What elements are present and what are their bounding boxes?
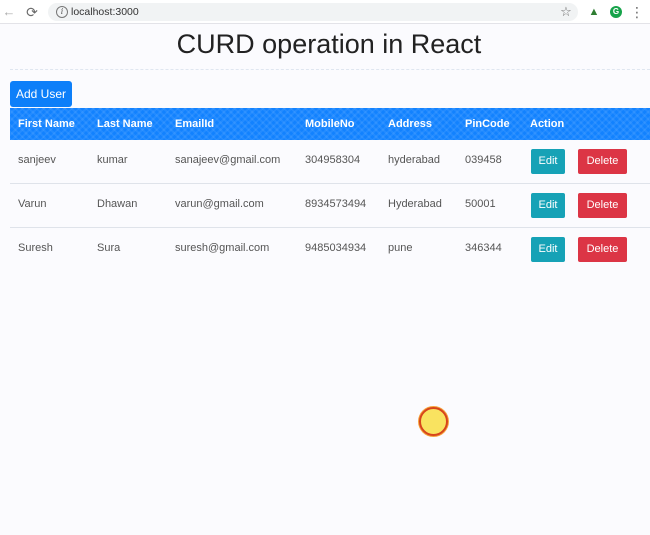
mouse-cursor-highlight — [419, 407, 448, 436]
table-row: Varun Dhawan varun@gmail.com 8934573494 … — [10, 184, 650, 228]
cell-email: sanajeev@gmail.com — [175, 154, 281, 166]
delete-button[interactable]: Delete — [578, 237, 627, 262]
extension-g-icon[interactable]: G — [610, 6, 622, 18]
reload-icon[interactable]: ⟳ — [24, 3, 40, 21]
browser-toolbar: ← ⟳ i localhost:3000 ☆ ▲ G ⋮ — [0, 0, 650, 24]
cell-last-name: Dhawan — [97, 198, 138, 210]
cell-address: hyderabad — [388, 154, 440, 166]
back-arrow-icon[interactable]: ← — [2, 3, 16, 21]
cell-address: pune — [388, 242, 413, 254]
cell-mobile: 8934573494 — [305, 198, 367, 210]
cell-first-name: sanjeev — [18, 154, 56, 166]
cell-pincode: 50001 — [465, 198, 496, 210]
bookmark-star-icon[interactable]: ☆ — [558, 3, 574, 21]
browser-menu-icon[interactable]: ⋮ — [630, 3, 644, 21]
cell-first-name: Varun — [18, 198, 47, 210]
cell-address: Hyderabad — [388, 198, 442, 210]
delete-button[interactable]: Delete — [578, 193, 627, 218]
header-mobile: MobileNo — [305, 118, 355, 130]
header-action: Action — [530, 118, 565, 130]
edit-button[interactable]: Edit — [531, 193, 565, 218]
info-icon[interactable]: i — [56, 6, 68, 18]
extension-flask-icon[interactable]: ▲ — [588, 3, 600, 21]
table-row: Suresh Sura suresh@gmail.com 9485034934 … — [10, 228, 650, 271]
table-header: First Name Last Name EmailId MobileNo Ad… — [10, 108, 650, 140]
address-bar[interactable]: i localhost:3000 — [48, 3, 578, 21]
cell-pincode: 346344 — [465, 242, 502, 254]
cell-first-name: Suresh — [18, 242, 53, 254]
cell-last-name: Sura — [97, 242, 121, 254]
header-email: EmailId — [175, 118, 215, 130]
cell-mobile: 9485034934 — [305, 242, 367, 254]
header-address: Address — [388, 118, 433, 130]
edit-button[interactable]: Edit — [531, 149, 565, 174]
cell-pincode: 039458 — [465, 154, 502, 166]
users-table: First Name Last Name EmailId MobileNo Ad… — [10, 108, 650, 271]
page-title: CURD operation in React — [176, 29, 482, 59]
title-divider — [10, 69, 650, 70]
cell-last-name: kumar — [97, 154, 128, 166]
edit-button[interactable]: Edit — [531, 237, 565, 262]
cell-email: varun@gmail.com — [175, 198, 264, 210]
header-first-name: First Name — [18, 118, 75, 130]
cell-mobile: 304958304 — [305, 154, 361, 166]
url-text[interactable]: localhost:3000 — [71, 4, 139, 20]
delete-button[interactable]: Delete — [578, 149, 627, 174]
header-pincode: PinCode — [465, 118, 510, 130]
header-last-name: Last Name — [97, 118, 153, 130]
add-user-button[interactable]: Add User — [10, 81, 72, 107]
cell-email: suresh@gmail.com — [175, 242, 270, 254]
table-row: sanjeev kumar sanajeev@gmail.com 3049583… — [10, 140, 650, 184]
